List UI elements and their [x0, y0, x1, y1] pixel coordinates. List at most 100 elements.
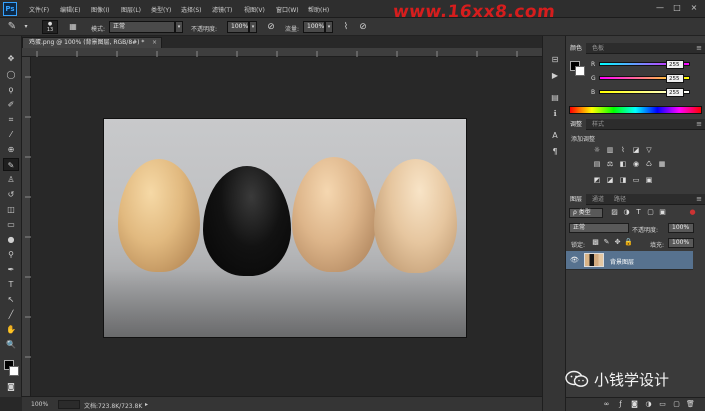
filter-type-icon[interactable]: T [634, 208, 643, 217]
egg-photo-canvas[interactable] [104, 119, 466, 337]
history-brush-tool-icon[interactable]: ↺ [3, 188, 19, 201]
color-panel-menu-icon[interactable]: ≡ [696, 43, 702, 54]
blue-channel-value[interactable]: 255 [666, 88, 684, 97]
threshold-icon[interactable]: ◨ [618, 176, 628, 185]
path-select-tool-icon[interactable]: ↖ [3, 293, 19, 306]
filter-shape-icon[interactable]: ▢ [646, 208, 655, 217]
status-menu-arrow-icon[interactable]: ▸ [145, 401, 148, 408]
color-spectrum-ramp[interactable] [569, 106, 702, 114]
history-panel-icon[interactable]: ⊟ [548, 54, 562, 66]
selective-color-icon[interactable]: ▣ [644, 176, 654, 185]
zoom-level[interactable]: 100% [31, 401, 48, 408]
filter-adjustment-icon[interactable]: ◑ [622, 208, 631, 217]
vibrance-icon[interactable]: ▽ [644, 146, 654, 155]
brush-tool-preset-icon[interactable]: ✎ [6, 21, 18, 33]
menu-image[interactable]: 图像(I) [91, 5, 109, 14]
opacity-input[interactable]: 100% [227, 21, 249, 33]
levels-icon[interactable]: ▥ [605, 146, 615, 155]
clone-stamp-tool-icon[interactable]: ♙ [3, 173, 19, 186]
new-adjustment-layer-icon[interactable]: ◑ [644, 400, 653, 409]
lock-image-icon[interactable]: ✎ [602, 238, 611, 247]
color-balance-icon[interactable]: ⚖ [605, 160, 615, 169]
green-channel-value[interactable]: 255 [666, 74, 684, 83]
eyedropper-tool-icon[interactable]: ⁄ [3, 128, 19, 141]
type-tool-icon[interactable]: T [3, 278, 19, 291]
adjustments-panel-menu-icon[interactable]: ≡ [696, 119, 702, 130]
mode-select[interactable]: 正常 [109, 21, 175, 33]
character-panel-icon[interactable]: A [548, 130, 562, 142]
color-lookup-icon[interactable]: ▦ [657, 160, 667, 169]
menu-edit[interactable]: 编辑(E) [60, 5, 80, 14]
maximize-button[interactable]: □ [670, 3, 684, 13]
brightness-contrast-icon[interactable]: ☼ [592, 146, 602, 155]
hand-tool-icon[interactable]: ✋ [3, 323, 19, 336]
paragraph-panel-icon[interactable]: ¶ [548, 146, 562, 158]
dodge-tool-icon[interactable]: ⚲ [3, 248, 19, 261]
pen-tool-icon[interactable]: ✒ [3, 263, 19, 276]
zoom-tool-icon[interactable]: 🔍 [3, 338, 19, 351]
quick-mask-icon[interactable]: ◙ [3, 380, 19, 393]
menu-file[interactable]: 文件(F) [29, 5, 49, 14]
layer-visibility-eye-icon[interactable]: 👁 [570, 256, 579, 265]
preset-dropdown-icon[interactable]: ▾ [20, 21, 32, 33]
quick-select-tool-icon[interactable]: ✐ [3, 98, 19, 111]
move-tool-icon[interactable]: ✥ [3, 52, 19, 65]
gradient-map-icon[interactable]: ▭ [631, 176, 641, 185]
lock-all-icon[interactable]: 🔒 [624, 238, 633, 247]
minimize-button[interactable]: — [653, 3, 667, 13]
lock-position-icon[interactable]: ✥ [613, 238, 622, 247]
menu-window[interactable]: 窗口(W) [276, 5, 299, 14]
filter-smart-object-icon[interactable]: ▣ [658, 208, 667, 217]
layers-panel-menu-icon[interactable]: ≡ [696, 194, 702, 205]
opacity-dropdown-arrow-icon[interactable]: ▾ [249, 21, 257, 33]
color-panel-bg-swatch[interactable] [575, 66, 585, 76]
menu-filter[interactable]: 滤镜(T) [212, 5, 232, 14]
tab-layers[interactable]: 图层 [566, 194, 587, 205]
tab-channels[interactable]: 通道 [588, 194, 608, 205]
pressure-size-icon[interactable]: ⊘ [357, 21, 369, 33]
blend-mode-select[interactable]: 正常 [569, 223, 629, 233]
close-window-button[interactable]: × [687, 3, 701, 13]
document-tab-close-icon[interactable]: × [152, 38, 157, 48]
curves-icon[interactable]: ⌇ [618, 146, 628, 155]
brush-size-picker[interactable]: ● 13 [42, 20, 58, 34]
marquee-tool-icon[interactable]: ◯ [3, 68, 19, 81]
layer-name[interactable]: 背景图层 [610, 257, 634, 266]
red-channel-value[interactable]: 255 [666, 60, 684, 69]
lasso-tool-icon[interactable]: ϙ [3, 83, 19, 96]
actions-panel-icon[interactable]: ▶ [548, 70, 562, 82]
filter-toggle-icon[interactable]: ● [688, 208, 697, 217]
lock-transparent-icon[interactable]: ▩ [591, 238, 600, 247]
tab-color[interactable]: 颜色 [566, 43, 587, 54]
flow-dropdown-arrow-icon[interactable]: ▾ [325, 21, 333, 33]
channel-mixer-icon[interactable]: ♺ [644, 160, 654, 169]
flow-input[interactable]: 100% [303, 21, 325, 33]
exposure-icon[interactable]: ◪ [631, 146, 641, 155]
menu-layer[interactable]: 图层(L) [121, 5, 141, 14]
delete-layer-icon[interactable]: 🗑 [686, 400, 695, 409]
blur-tool-icon[interactable]: ● [3, 233, 19, 246]
new-layer-icon[interactable]: ▢ [672, 400, 681, 409]
tab-styles[interactable]: 样式 [588, 119, 608, 130]
layer-opacity-input[interactable]: 100% [668, 223, 694, 233]
menu-help[interactable]: 帮助(H) [308, 5, 329, 14]
invert-icon[interactable]: ◩ [592, 176, 602, 185]
layer-row[interactable]: 👁 背景图层 [566, 251, 693, 270]
link-layers-icon[interactable]: ∞ [602, 400, 611, 409]
brush-tool-icon[interactable]: ✎ [3, 158, 19, 171]
airbrush-icon[interactable]: ⌇ [340, 21, 352, 33]
gradient-tool-icon[interactable]: ▭ [3, 218, 19, 231]
brush-panel-toggle-icon[interactable]: ▦ [67, 21, 79, 33]
healing-brush-tool-icon[interactable]: ⊕ [3, 143, 19, 156]
posterize-icon[interactable]: ◪ [605, 176, 615, 185]
filter-pixel-icon[interactable]: ▨ [610, 208, 619, 217]
layer-kind-filter[interactable]: ρ 类型 [569, 208, 603, 218]
tab-swatches[interactable]: 色板 [588, 43, 608, 54]
photo-filter-icon[interactable]: ◉ [631, 160, 641, 169]
document-tab[interactable]: 鸡蛋.png @ 100% (背景图层, RGB/8#) * × [22, 37, 162, 48]
menu-select[interactable]: 选择(S) [181, 5, 202, 14]
properties-panel-icon[interactable]: ▤ [548, 92, 562, 104]
info-panel-icon[interactable]: ℹ [548, 108, 562, 120]
line-tool-icon[interactable]: ╱ [3, 308, 19, 321]
eraser-tool-icon[interactable]: ◫ [3, 203, 19, 216]
